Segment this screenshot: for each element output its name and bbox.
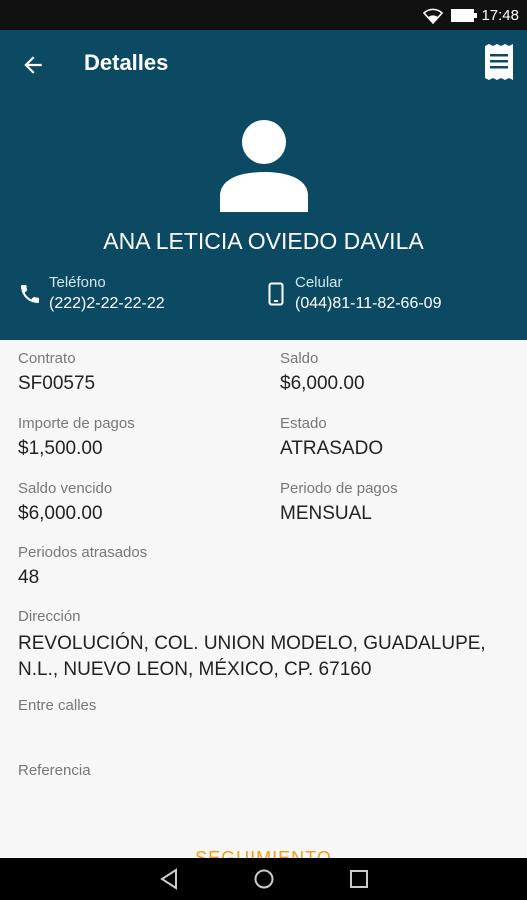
saldo-value: $6,000.00 (280, 373, 365, 394)
details-content[interactable]: Contrato SF00575 Saldo $6,000.00 Importe… (0, 340, 527, 858)
saldo-label: Saldo (280, 350, 319, 367)
phone-value: (222)2-22-22-22 (49, 295, 165, 312)
phone-contact[interactable]: Teléfono (222)2-22-22-22 (49, 274, 165, 313)
battery-icon (451, 9, 477, 22)
cell-label: Celular (295, 274, 343, 291)
nav-back-icon[interactable] (158, 868, 180, 890)
saldo-vencido-value: $6,000.00 (18, 503, 103, 524)
back-arrow-icon[interactable] (20, 52, 46, 78)
field-contrato: Contrato SF00575 (18, 350, 95, 395)
nav-recents-icon[interactable] (348, 868, 370, 890)
estado-label: Estado (280, 415, 327, 432)
avatar-icon (220, 120, 308, 212)
status-bar: 17:48 (0, 0, 527, 30)
importe-value: $1,500.00 (18, 438, 103, 459)
client-name: ANA LETICIA OVIEDO DAVILA (103, 228, 424, 254)
contrato-value: SF00575 (18, 373, 96, 394)
nav-home-icon[interactable] (253, 868, 275, 890)
entre-calles-label: Entre calles (18, 697, 97, 714)
periodo-value: MENSUAL (280, 503, 372, 524)
receipt-icon[interactable] (483, 44, 515, 80)
cell-value: (044)81-11-82-66-09 (295, 295, 442, 312)
periodos-atrasados-label: Periodos atrasados (18, 544, 148, 561)
cell-contact[interactable]: Celular (044)81-11-82-66-09 (295, 274, 441, 313)
direccion-label: Dirección (18, 608, 81, 625)
wifi-icon (423, 8, 443, 24)
system-nav-bar (0, 858, 527, 900)
field-periodo: Periodo de pagos MENSUAL (280, 480, 398, 525)
contrato-label: Contrato (18, 350, 76, 367)
cellphone-icon[interactable] (266, 282, 286, 306)
periodo-label: Periodo de pagos (280, 480, 398, 497)
periodos-atrasados-value: 48 (18, 567, 40, 588)
clock: 17:48 (481, 7, 519, 24)
page-title: Detalles (84, 50, 169, 75)
saldo-vencido-label: Saldo vencido (18, 480, 113, 497)
details-header: Detalles ANA LETICIA OVIEDO DAVILA Teléf… (0, 30, 527, 340)
phone-icon[interactable] (18, 282, 42, 306)
phone-label: Teléfono (49, 274, 106, 291)
field-saldo-vencido: Saldo vencido $6,000.00 (18, 480, 112, 525)
field-estado: Estado ATRASADO (280, 415, 383, 460)
referencia-label: Referencia (18, 762, 91, 779)
field-importe: Importe de pagos $1,500.00 (18, 415, 135, 460)
importe-label: Importe de pagos (18, 415, 135, 432)
field-entre-calles: Entre calles (18, 697, 96, 720)
field-referencia: Referencia (18, 762, 91, 785)
estado-value: ATRASADO (280, 438, 384, 459)
seguimiento-button[interactable]: SEGUIMIENTO (0, 848, 527, 858)
direccion-value: REVOLUCIÓN, COL. UNION MODELO, GUADALUPE… (18, 633, 486, 680)
field-direccion: Dirección REVOLUCIÓN, COL. UNION MODELO,… (18, 608, 518, 683)
field-periodos-atrasados: Periodos atrasados 48 (18, 544, 147, 589)
field-saldo: Saldo $6,000.00 (280, 350, 365, 395)
